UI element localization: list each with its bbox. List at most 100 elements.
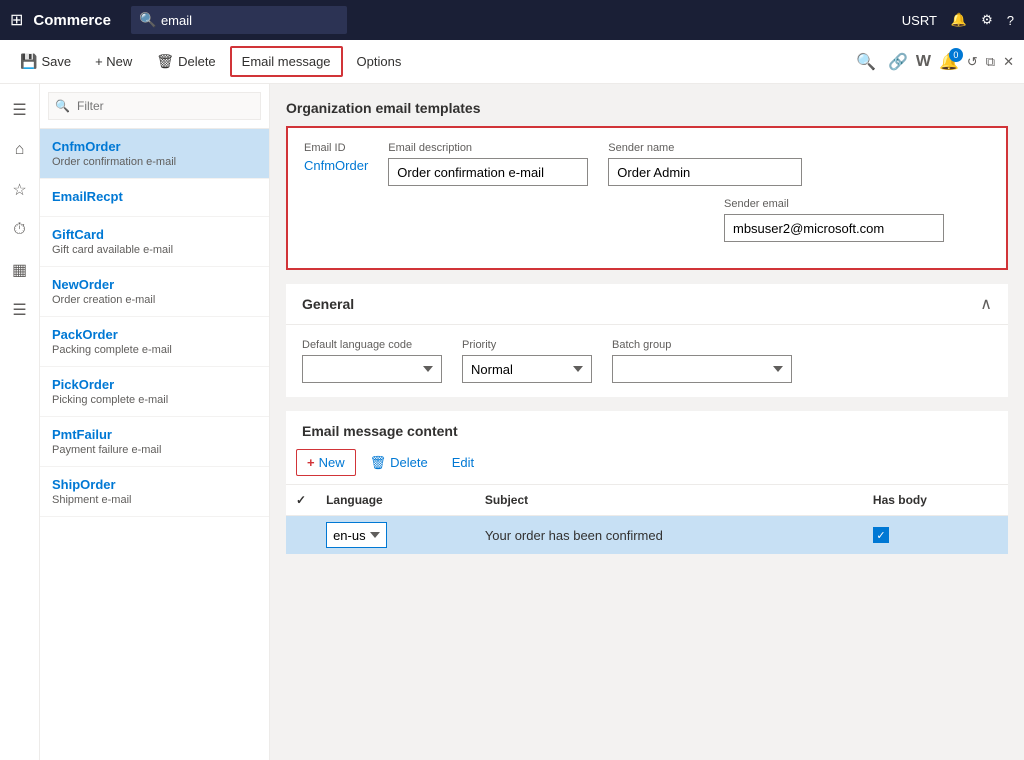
list-item[interactable]: PmtFailur Payment failure e-mail — [40, 417, 269, 467]
col-subject: Subject — [475, 485, 863, 516]
lang-code-select[interactable] — [302, 355, 442, 383]
command-bar: 💾 Save + New 🗑 Delete Email message Opti… — [0, 40, 1024, 84]
sender-name-group: Sender name — [608, 142, 802, 186]
filter-input[interactable] — [48, 92, 261, 120]
email-desc-group: Email description — [388, 142, 588, 186]
sender-email-input[interactable] — [724, 214, 944, 242]
row-subject: Your order has been confirmed — [475, 516, 863, 555]
list-item[interactable]: NewOrder Order creation e-mail — [40, 267, 269, 317]
list-item[interactable]: GiftCard Gift card available e-mail — [40, 217, 269, 267]
close-icon[interactable]: ✕ — [1003, 54, 1014, 70]
delete-button[interactable]: 🗑 Delete — [146, 47, 225, 76]
content-panel: Organization email templates Email ID Cn… — [270, 84, 1024, 760]
sender-name-label: Sender name — [608, 142, 802, 154]
priority-group: Priority Normal High Low — [462, 339, 592, 383]
search-icon: 🔍 — [139, 12, 156, 29]
sidebar-icons: ☰ ⌂ ☆ ⏱ ▦ ☰ — [0, 84, 40, 760]
email-content-title: Email message content — [302, 423, 992, 439]
list-item-title: GiftCard — [52, 227, 257, 242]
trash-icon: 🗑 — [370, 455, 387, 471]
list-item-title: CnfmOrder — [52, 139, 257, 154]
has-body-checkbox[interactable]: ✓ — [873, 527, 889, 543]
notification-icon[interactable]: 🔔 0 — [939, 52, 959, 72]
list-item-subtitle: Order confirmation e-mail — [52, 156, 257, 168]
sidebar-home-button[interactable]: ⌂ — [2, 132, 38, 168]
list-item[interactable]: PackOrder Packing complete e-mail — [40, 317, 269, 367]
list-item-title: EmailRecpt — [52, 189, 257, 204]
list-item-title: PmtFailur — [52, 427, 257, 442]
table-row[interactable]: en-us Your order has been confirmed ✓ — [286, 516, 1008, 555]
email-message-button[interactable]: Email message — [230, 46, 343, 77]
email-desc-label: Email description — [388, 142, 588, 154]
batch-group-select[interactable] — [612, 355, 792, 383]
col-language: Language — [316, 485, 475, 516]
general-section-body: Default language code Priority Normal Hi… — [286, 325, 1008, 397]
list-item-subtitle: Payment failure e-mail — [52, 444, 257, 456]
top-navigation: ⊞ Commerce 🔍 USRT 🔔 ⚙ ? — [0, 0, 1024, 40]
table-header: ✓ Language Subject Has body — [286, 485, 1008, 516]
settings-icon[interactable]: ⚙ — [981, 12, 993, 28]
list-item[interactable]: EmailRecpt — [40, 179, 269, 217]
user-label: USRT — [902, 13, 937, 28]
list-item-subtitle: Gift card available e-mail — [52, 244, 257, 256]
filter-icon: 🔍 — [55, 99, 70, 113]
sender-name-input[interactable] — [608, 158, 802, 186]
open-new-icon[interactable]: ⧉ — [986, 54, 995, 70]
sidebar-list-button[interactable]: ☰ — [2, 292, 38, 328]
top-nav-right: USRT 🔔 ⚙ ? — [902, 12, 1014, 28]
col-has-body: Has body — [863, 485, 1008, 516]
sidebar-favorites-button[interactable]: ☆ — [2, 172, 38, 208]
general-title: General — [302, 296, 354, 312]
list-items: CnfmOrder Order confirmation e-mail Emai… — [40, 129, 269, 760]
list-item[interactable]: ShipOrder Shipment e-mail — [40, 467, 269, 517]
priority-label: Priority — [462, 339, 592, 351]
notification-badge: 0 — [949, 48, 963, 62]
priority-select[interactable]: Normal High Low — [462, 355, 592, 383]
grid-icon[interactable]: ⊞ — [10, 10, 23, 30]
col-check: ✓ — [286, 485, 316, 516]
filter-input-wrap: 🔍 — [48, 92, 261, 120]
bell-icon[interactable]: 🔔 — [951, 12, 967, 28]
options-button[interactable]: Options — [347, 48, 412, 75]
form-row-2: Sender email — [304, 198, 990, 242]
content-delete-button[interactable]: 🗑 Delete — [360, 450, 438, 476]
list-item-subtitle: Packing complete e-mail — [52, 344, 257, 356]
list-item-title: ShipOrder — [52, 477, 257, 492]
connect-icon[interactable]: 🔗 — [888, 52, 908, 72]
list-item[interactable]: CnfmOrder Order confirmation e-mail — [40, 129, 269, 179]
form-row-1: Email ID CnfmOrder Email description Sen… — [304, 142, 990, 186]
sidebar-table-button[interactable]: ▦ — [2, 252, 38, 288]
list-item-title: PickOrder — [52, 377, 257, 392]
refresh-icon[interactable]: ↺ — [967, 54, 978, 70]
list-item[interactable]: PickOrder Picking complete e-mail — [40, 367, 269, 417]
search-wrap: 🔍 — [131, 6, 551, 34]
save-button[interactable]: 💾 Save — [10, 47, 81, 76]
content-new-button[interactable]: + New — [296, 449, 356, 476]
delete-icon: 🗑 — [156, 53, 174, 70]
filter-area: 🔍 — [40, 84, 269, 129]
sender-email-label: Sender email — [724, 198, 944, 210]
content-edit-button[interactable]: Edit — [442, 450, 484, 475]
general-collapse-button[interactable]: ∧ — [980, 294, 992, 314]
list-item-title: PackOrder — [52, 327, 257, 342]
list-item-subtitle: Shipment e-mail — [52, 494, 257, 506]
language-select[interactable]: en-us — [326, 522, 387, 548]
email-template-box: Email ID CnfmOrder Email description Sen… — [286, 126, 1008, 270]
word-icon[interactable]: W — [916, 53, 931, 71]
general-section-header: General ∧ — [286, 284, 1008, 325]
email-content-header: Email message content — [286, 411, 1008, 439]
global-search-input[interactable] — [131, 6, 347, 34]
sidebar-menu-button[interactable]: ☰ — [2, 92, 38, 128]
sidebar-recent-button[interactable]: ⏱ — [2, 212, 38, 248]
row-language: en-us — [316, 516, 475, 555]
email-id-value[interactable]: CnfmOrder — [304, 158, 368, 173]
help-icon[interactable]: ? — [1007, 13, 1014, 28]
cmd-search-icon[interactable]: 🔍 — [856, 52, 876, 72]
sender-email-group: Sender email — [724, 198, 944, 242]
app-title: Commerce — [33, 12, 111, 29]
new-button[interactable]: + New — [85, 48, 142, 75]
email-desc-input[interactable] — [388, 158, 588, 186]
content-toolbar: + New 🗑 Delete Edit — [286, 449, 1008, 485]
lang-code-label: Default language code — [302, 339, 442, 351]
table-body: en-us Your order has been confirmed ✓ — [286, 516, 1008, 555]
